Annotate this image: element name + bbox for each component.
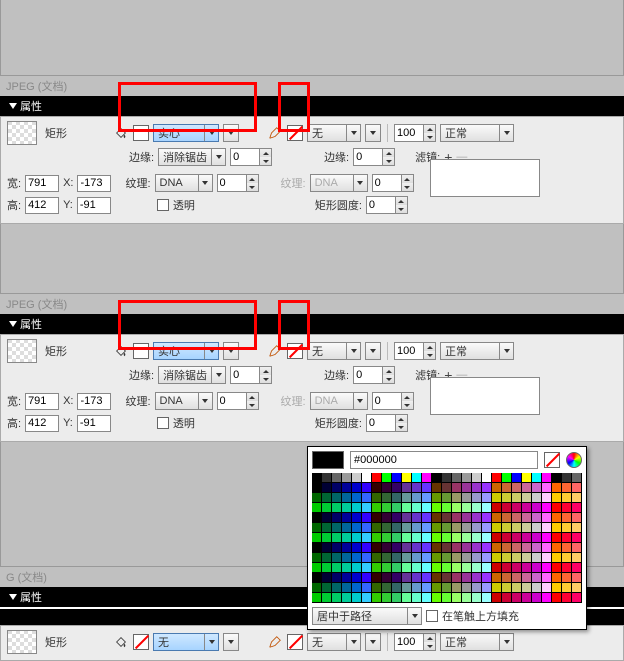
- shape-label: 矩形: [45, 125, 67, 141]
- transparent-check[interactable]: [157, 417, 169, 429]
- pencil-icon[interactable]: [267, 125, 283, 141]
- doc-label-1: JPEG (文档): [0, 76, 624, 96]
- width-input[interactable]: [25, 393, 59, 410]
- stroke-swatch[interactable]: [287, 125, 303, 141]
- texture-combo[interactable]: DNA: [155, 392, 213, 410]
- fill-type-combo[interactable]: 实心: [153, 342, 219, 360]
- fill-swatch[interactable]: [133, 343, 149, 359]
- fill-over-stroke-check[interactable]: [426, 610, 438, 622]
- no-color-icon[interactable]: [544, 452, 560, 468]
- x-input[interactable]: [77, 175, 111, 192]
- y-input[interactable]: [77, 197, 111, 214]
- shape-thumb: [7, 630, 37, 654]
- properties-panel-2: 属性 矩形 实心 无 正常 边缘: 消除锯齿 边缘:: [0, 314, 624, 442]
- height-input[interactable]: [25, 415, 59, 432]
- shape-thumb: [7, 339, 37, 363]
- round-label: 矩形圆度:: [315, 197, 362, 213]
- stroke-swatch[interactable]: [287, 634, 303, 650]
- filter-list[interactable]: [430, 159, 540, 197]
- pencil-icon[interactable]: [267, 343, 283, 359]
- x-input[interactable]: [77, 393, 111, 410]
- blend-combo[interactable]: 正常: [440, 342, 514, 360]
- x-label: X:: [63, 177, 73, 189]
- fill-over-stroke-label: 在笔触上方填充: [442, 608, 519, 624]
- hex-input[interactable]: [350, 451, 538, 469]
- transparent-check[interactable]: [157, 199, 169, 211]
- edge2-label: 边缘:: [324, 149, 349, 165]
- texture-combo[interactable]: DNA: [155, 174, 213, 192]
- color-wheel-icon[interactable]: [566, 452, 582, 468]
- width-input[interactable]: [25, 175, 59, 192]
- color-swatch-grid[interactable]: [312, 473, 582, 603]
- doc-label-2: JPEG (文档): [0, 294, 624, 314]
- edge2-spin[interactable]: [353, 148, 395, 166]
- blend-combo[interactable]: 正常: [440, 633, 514, 651]
- texture2-combo: DNA: [310, 174, 368, 192]
- edge-combo[interactable]: 消除锯齿: [158, 148, 226, 166]
- edge-aa-spin[interactable]: [230, 148, 272, 166]
- opacity-field[interactable]: [394, 124, 436, 142]
- fill-swatch[interactable]: [133, 125, 149, 141]
- paint-bucket-icon[interactable]: [113, 343, 129, 359]
- panel-title: 属性: [20, 98, 42, 114]
- fill-swatch[interactable]: [133, 634, 149, 650]
- fill-opts-combo[interactable]: [223, 124, 239, 142]
- pencil-icon[interactable]: [267, 634, 283, 650]
- edge-combo[interactable]: 消除锯齿: [158, 366, 226, 384]
- transp-label: 透明: [173, 197, 195, 213]
- path-align-combo[interactable]: 居中于路径: [312, 607, 422, 625]
- fill-opts-combo[interactable]: [223, 633, 239, 651]
- stroke-opts-combo[interactable]: [365, 633, 381, 651]
- color-picker-popup: 居中于路径 在笔触上方填充: [307, 446, 587, 630]
- blend-combo[interactable]: 正常: [440, 124, 514, 142]
- tex-spin[interactable]: [217, 174, 259, 192]
- paint-bucket-icon[interactable]: [113, 634, 129, 650]
- tex-label: 纹理:: [125, 175, 150, 191]
- stroke-type-combo[interactable]: 无: [307, 124, 361, 142]
- opacity-field[interactable]: [394, 342, 436, 360]
- tex2-label: 纹理:: [281, 175, 306, 191]
- stroke-opts-combo[interactable]: [365, 342, 381, 360]
- properties-panel-1: 属性 矩形 实心 无 正常 边缘: 消除锯齿 边缘:: [0, 96, 624, 224]
- h-label: 高:: [7, 197, 21, 213]
- w-label: 宽:: [7, 175, 21, 191]
- round-spin[interactable]: [366, 196, 408, 214]
- stroke-type-combo[interactable]: 无: [307, 342, 361, 360]
- height-input[interactable]: [25, 197, 59, 214]
- paint-bucket-icon[interactable]: [113, 125, 129, 141]
- shape-thumb: [7, 121, 37, 145]
- stroke-type-combo[interactable]: 无: [307, 633, 361, 651]
- fill-type-combo[interactable]: 无: [153, 633, 219, 651]
- opacity-field[interactable]: [394, 633, 436, 651]
- tex2-spin: [372, 174, 414, 192]
- current-color-swatch: [312, 451, 344, 469]
- stroke-swatch[interactable]: [287, 343, 303, 359]
- fill-opts-combo[interactable]: [223, 342, 239, 360]
- panel-header-2[interactable]: 属性: [0, 314, 624, 334]
- panel-header[interactable]: 属性: [0, 96, 624, 116]
- stroke-opts-combo[interactable]: [365, 124, 381, 142]
- fill-type-combo[interactable]: 实心: [153, 124, 219, 142]
- y-label: Y:: [63, 199, 73, 211]
- filter-list[interactable]: [430, 377, 540, 415]
- edge-label: 边缘:: [129, 149, 154, 165]
- y-input[interactable]: [77, 415, 111, 432]
